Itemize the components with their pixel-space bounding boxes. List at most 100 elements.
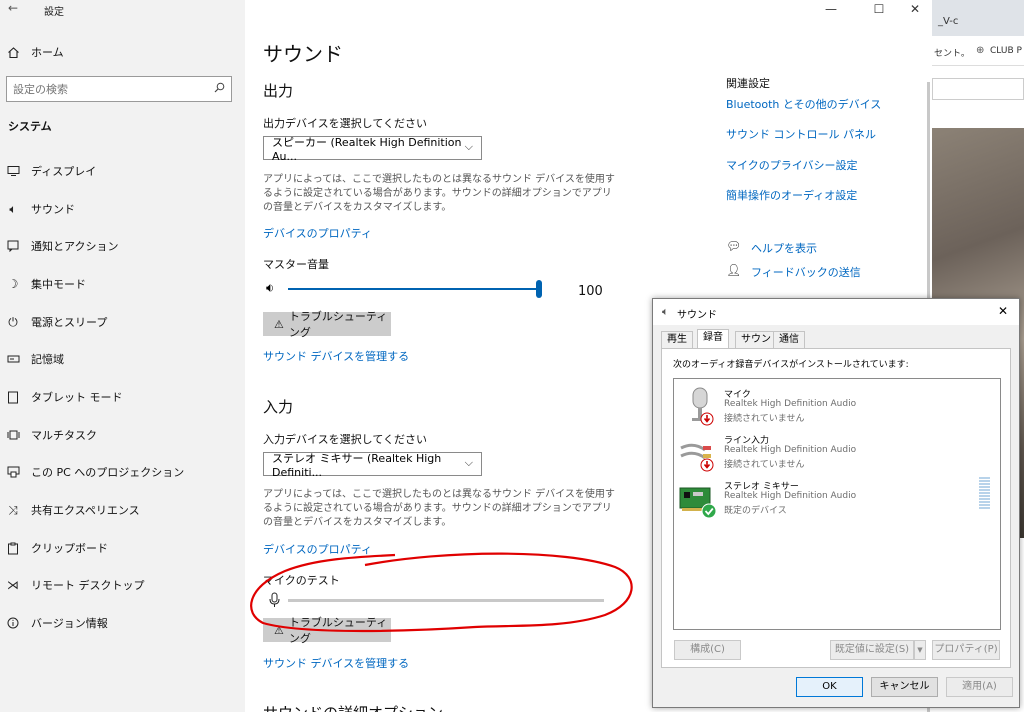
sidebar-item-home[interactable]: ホーム — [0, 36, 245, 68]
volume-label: マスター音量 — [263, 258, 329, 271]
configure-button[interactable]: 構成(C) — [674, 640, 741, 660]
chevron-down-icon: ▼ — [917, 646, 923, 654]
sound-card-device-icon — [678, 480, 718, 523]
speaker-icon: 🔈︎ — [9, 201, 17, 216]
volume-slider[interactable] — [288, 288, 539, 290]
related-link-ease-of-access[interactable]: 簡単操作のオーディオ設定 — [726, 187, 857, 203]
input-heading: 入力 — [263, 398, 294, 416]
input-device-dropdown[interactable]: ステレオ ミキサー (Realtek High Definiti... ⌵ — [263, 452, 482, 479]
speaker-icon: 🔈︎ — [662, 305, 669, 318]
annotation-circle — [250, 552, 633, 633]
related-heading: 関連設定 — [726, 77, 770, 90]
moon-icon: ☽ — [7, 277, 19, 291]
sidebar-item-about[interactable]: バージョン情報 — [0, 607, 245, 639]
apply-button[interactable]: 適用(A) — [946, 677, 1013, 697]
sidebar-home-label: ホーム — [31, 46, 64, 59]
sidebar-item-label: 共有エクスペリエンス — [31, 504, 140, 517]
sidebar-item-focus[interactable]: ☽ 集中モード — [0, 268, 245, 300]
sidebar-item-label: ディスプレイ — [31, 165, 97, 178]
sidebar-item-label: リモート デスクトップ — [31, 579, 145, 592]
sidebar-item-label: 電源とスリープ — [31, 316, 108, 329]
help-link[interactable]: ヘルプを表示 — [751, 240, 817, 256]
output-properties-link[interactable]: デバイスのプロパティ — [263, 225, 372, 241]
maximize-button[interactable]: ☐ — [861, 0, 897, 18]
line-in-device-icon — [679, 434, 717, 477]
sidebar-item-multitask[interactable]: マルチタスク — [0, 419, 245, 451]
volume-speaker-icon[interactable]: 🔉︎ — [266, 281, 274, 296]
output-manage-link[interactable]: サウンド デバイスを管理する — [263, 348, 409, 364]
troubleshoot-label: トラブルシューティング — [288, 310, 388, 339]
device-list: マイク Realtek High Definition Audio 接続されてい… — [673, 378, 1001, 630]
sidebar-item-label: クリップボード — [31, 542, 108, 555]
chevron-down-icon: ⌵ — [464, 140, 473, 153]
input-description: アプリによっては、ここで選択したものとは異なるサウンド デバイスを使用するように… — [263, 489, 615, 528]
device-status: 接続されていません — [724, 460, 805, 470]
set-default-button[interactable]: 既定値に設定(S) — [830, 640, 914, 660]
list-item[interactable]: マイク Realtek High Definition Audio 接続されてい… — [674, 384, 994, 430]
microphone-device-icon — [683, 386, 717, 429]
device-list-prompt: 次のオーディオ録音デバイスがインストールされています: — [673, 360, 909, 370]
sidebar-item-label: タブレット モード — [31, 391, 123, 404]
sidebar-item-sound[interactable]: 🔈︎ サウンド — [0, 193, 245, 225]
chevron-down-icon: ⌵ — [464, 456, 473, 469]
advanced-heading: サウンドの詳細オプション — [263, 702, 443, 712]
list-item[interactable]: ライン入力 Realtek High Definition Audio 接続され… — [674, 430, 994, 476]
sidebar-item-label: 記憶域 — [31, 353, 64, 366]
related-link-sound-control-panel[interactable]: サウンド コントロール パネル — [726, 126, 876, 142]
sidebar-item-storage[interactable]: 記憶域 — [0, 343, 245, 375]
cancel-button[interactable]: キャンセル — [871, 677, 938, 697]
browser-tab-title[interactable]: _V-c — [938, 16, 958, 27]
browser-field[interactable] — [932, 78, 1024, 100]
feedback-link[interactable]: フィードバックの送信 — [751, 264, 861, 280]
recording-tab-panel: 次のオーディオ録音デバイスがインストールされています: マイク Realtek … — [661, 348, 1011, 668]
dialog-titlebar[interactable]: 🔈︎ サウンド ✕ — [653, 299, 1019, 325]
volume-slider-thumb[interactable] — [536, 280, 542, 298]
sidebar-item-label: 通知とアクション — [31, 240, 119, 253]
sidebar-item-power[interactable]: ⏻ 電源とスリープ — [0, 306, 245, 338]
notification-icon — [6, 239, 20, 253]
search-icon[interactable] — [214, 82, 225, 96]
output-device-value: スピーカー (Realtek High Definition Au... — [272, 135, 462, 163]
set-default-dropdown[interactable]: ▼ — [914, 640, 926, 660]
sidebar-item-clipboard[interactable]: クリップボード — [0, 532, 245, 564]
properties-button[interactable]: プロパティ(P) — [932, 640, 1000, 660]
storage-icon — [6, 352, 20, 366]
sidebar-item-tablet[interactable]: タブレット モード — [0, 381, 245, 413]
minimize-button[interactable]: — — [813, 0, 849, 18]
related-link-mic-privacy[interactable]: マイクのプライバシー設定 — [726, 157, 858, 173]
input-manage-link[interactable]: サウンド デバイスを管理する — [263, 655, 409, 671]
clipboard-icon — [6, 541, 20, 555]
sidebar-item-projection[interactable]: この PC へのプロジェクション — [0, 456, 245, 488]
close-button[interactable]: ✕ — [998, 304, 1008, 318]
search-input[interactable] — [13, 78, 203, 100]
device-driver: Realtek High Definition Audio — [724, 445, 857, 455]
list-item[interactable]: ステレオ ミキサー Realtek High Definition Audio … — [674, 476, 994, 522]
device-status: 接続されていません — [724, 414, 805, 424]
sidebar-item-display[interactable]: ディスプレイ — [0, 155, 245, 187]
dialog-title: サウンド — [677, 310, 717, 321]
tab-communications[interactable]: 通信 — [773, 331, 805, 348]
sidebar-item-shared[interactable]: ⤨ 共有エクスペリエンス — [0, 494, 245, 526]
device-driver: Realtek High Definition Audio — [724, 399, 857, 409]
close-button[interactable]: ✕ — [897, 0, 932, 18]
home-icon — [6, 45, 20, 59]
output-description: アプリによっては、ここで選択したものとは異なるサウンド デバイスを使用するように… — [263, 174, 615, 213]
info-icon — [6, 616, 20, 630]
back-arrow-icon[interactable]: ← — [8, 1, 18, 15]
sidebar-item-label: この PC へのプロジェクション — [31, 466, 185, 479]
sidebar-item-remote[interactable]: ⋊ リモート デスクトップ — [0, 569, 245, 601]
power-icon: ⏻ — [8, 314, 18, 329]
bookmark-item[interactable]: セント。 — [934, 46, 970, 59]
output-troubleshoot-button[interactable]: ⚠ トラブルシューティング — [263, 310, 391, 339]
device-status: 既定のデバイス — [724, 506, 787, 516]
sidebar-item-notifications[interactable]: 通知とアクション — [0, 230, 245, 262]
window-title: 設定 — [44, 7, 64, 18]
output-device-dropdown[interactable]: スピーカー (Realtek High Definition Au... ⌵ — [263, 135, 482, 163]
tab-playback[interactable]: 再生 — [661, 331, 693, 348]
globe-icon: ⊕ — [976, 45, 985, 56]
bookmark-item[interactable]: CLUB P — [990, 46, 1022, 56]
tab-recording[interactable]: 録音 — [697, 329, 729, 349]
ok-button[interactable]: OK — [796, 677, 863, 697]
search-box[interactable] — [6, 76, 232, 102]
related-link-bluetooth[interactable]: Bluetooth とその他のデバイス — [726, 96, 881, 112]
